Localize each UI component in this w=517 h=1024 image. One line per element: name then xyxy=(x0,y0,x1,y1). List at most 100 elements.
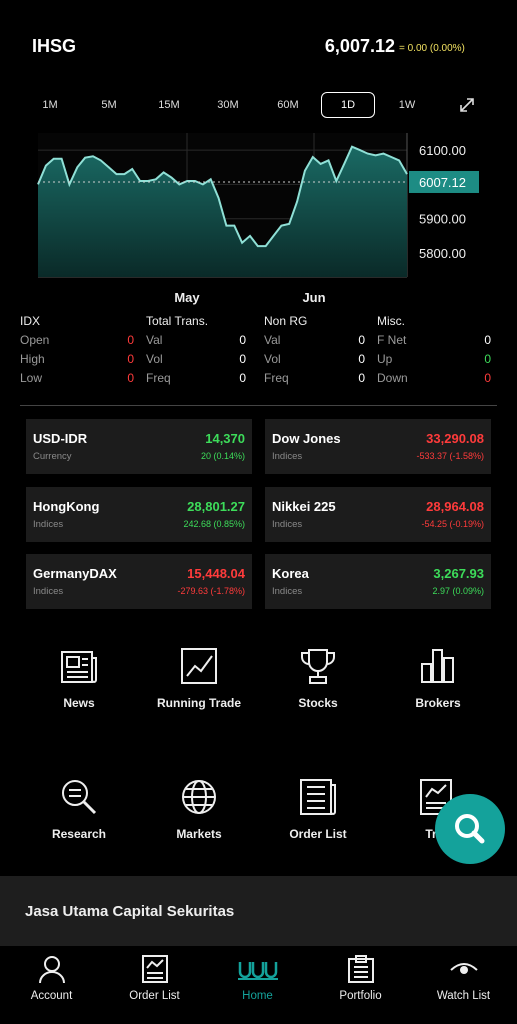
market-change: 2.97 (0.09%) xyxy=(432,586,484,596)
tab-1d[interactable]: 1D xyxy=(321,92,375,118)
tab-30m[interactable]: 30M xyxy=(202,92,254,118)
market-name: USD-IDR xyxy=(33,431,88,446)
market-card-korea[interactable]: Korea Indices 3,267.93 2.97 (0.09%) xyxy=(265,554,491,609)
market-card-nikkei[interactable]: Nikkei 225 Indices 28,964.08 -54.25 (-0.… xyxy=(265,487,491,542)
market-value: 33,290.08 xyxy=(426,431,484,446)
tab-1w[interactable]: 1W xyxy=(381,92,433,118)
trophy-icon xyxy=(301,649,335,684)
menu-running-trade[interactable]: Running Trade xyxy=(139,646,259,710)
market-type: Indices xyxy=(272,586,303,597)
tab-1m[interactable]: 1M xyxy=(24,92,76,118)
stat-label: Freq xyxy=(146,371,171,385)
stat-label: Up xyxy=(377,352,393,366)
timeframe-tabs: 1M 5M 15M 30M 60M 1D 1W xyxy=(0,92,517,120)
market-change: -54.25 (-0.19%) xyxy=(421,519,484,529)
stat-label: Val xyxy=(264,333,281,347)
current-price-label: 6007.12 xyxy=(419,175,466,190)
stat-label: Vol xyxy=(146,352,163,366)
menu-research[interactable]: Research xyxy=(19,777,139,841)
stats-misc: Misc. F Net 0 Up 0 Down 0 xyxy=(377,312,491,388)
market-type: Indices xyxy=(33,586,64,597)
market-name: GermanyDAX xyxy=(33,566,117,581)
menu-label: Running Trade xyxy=(157,696,241,710)
expand-icon[interactable] xyxy=(458,96,476,114)
index-title: IHSG xyxy=(32,36,77,56)
stats-nonrg: Non RG Val 0 Vol 0 Freq 0 xyxy=(264,312,365,388)
market-card-germany-dax[interactable]: GermanyDAX Indices 15,448.04 -279.63 (-1… xyxy=(26,554,252,609)
nav-label: Portfolio xyxy=(339,990,382,1002)
company-name: Jasa Utama Capital Sekuritas xyxy=(25,903,235,920)
stats-total: Total Trans. Val 0 Vol 0 Freq 0 xyxy=(146,312,246,388)
market-name: HongKong xyxy=(33,499,100,514)
account-icon xyxy=(38,956,65,984)
watch-list-icon xyxy=(449,963,478,974)
menu-label: Brokers xyxy=(415,696,461,710)
market-card-usd-idr[interactable]: USD-IDR Currency 14,370 20 (0.14%) xyxy=(26,419,252,474)
company-banner: Jasa Utama Capital Sekuritas xyxy=(0,876,517,946)
menu-markets[interactable]: Markets xyxy=(139,777,259,841)
nav-label: Account xyxy=(30,990,73,1002)
news-icon xyxy=(61,651,97,683)
market-type: Indices xyxy=(33,519,64,530)
y-tick-label: 5900.00 xyxy=(419,212,466,227)
market-card-hongkong[interactable]: HongKong Indices 28,801.27 242.68 (0.85%… xyxy=(26,487,252,542)
menu-label: Order List xyxy=(289,827,347,841)
nav-order-list[interactable]: Order List xyxy=(103,946,206,1002)
market-name: Korea xyxy=(272,566,309,581)
stat-label: F Net xyxy=(377,333,407,347)
market-value: 28,801.27 xyxy=(187,499,245,514)
market-value: 14,370 xyxy=(205,431,245,446)
search-button[interactable] xyxy=(435,794,505,864)
stat-value: 0 xyxy=(127,333,134,347)
x-tick-label: Jun xyxy=(302,290,325,305)
market-card-dow-jones[interactable]: Dow Jones Indices 33,290.08 -533.37 (-1.… xyxy=(265,419,491,474)
menu-stocks[interactable]: Stocks xyxy=(258,646,378,710)
menu-label: News xyxy=(63,696,95,710)
order-list-icon xyxy=(141,955,168,983)
home-logo-icon xyxy=(237,962,278,980)
market-type: Indices xyxy=(272,519,303,530)
market-change: 242.68 (0.85%) xyxy=(183,519,245,529)
divider xyxy=(20,405,497,406)
stat-value: 0 xyxy=(127,352,134,366)
market-value: 15,448.04 xyxy=(187,566,245,581)
market-name: Nikkei 225 xyxy=(272,499,336,514)
nav-account[interactable]: Account xyxy=(0,946,103,1002)
market-change: -533.37 (-1.58%) xyxy=(416,451,484,461)
price-chart[interactable]: 6007.12 6100.00 5900.00 5800.00 May Jun xyxy=(0,125,517,310)
tab-5m[interactable]: 5M xyxy=(83,92,135,118)
index-change: = 0.00 (0.00%) xyxy=(399,43,465,54)
search-icon xyxy=(455,814,485,844)
nav-home[interactable]: Home xyxy=(206,946,309,1002)
stat-value: 0 xyxy=(239,371,246,385)
stat-value: 0 xyxy=(358,333,365,347)
tab-15m[interactable]: 15M xyxy=(143,92,195,118)
stat-label: Vol xyxy=(264,352,281,366)
market-change: -279.63 (-1.78%) xyxy=(177,586,245,596)
stats-nonrg-header: Non RG xyxy=(264,314,308,328)
order-list-icon xyxy=(300,779,336,815)
nav-watch-list[interactable]: Watch List xyxy=(412,946,515,1002)
stat-value: 0 xyxy=(358,371,365,385)
menu-label: Markets xyxy=(176,827,222,841)
stat-value: 0 xyxy=(127,371,134,385)
stat-label: Low xyxy=(20,371,43,385)
bar-chart-icon xyxy=(421,649,454,683)
menu-brokers[interactable]: Brokers xyxy=(378,646,498,710)
menu-news[interactable]: News xyxy=(19,646,139,710)
market-change: 20 (0.14%) xyxy=(200,451,245,461)
stat-label: Down xyxy=(377,371,408,385)
globe-icon xyxy=(182,780,216,814)
y-tick-label: 6100.00 xyxy=(419,143,466,158)
stats-total-header: Total Trans. xyxy=(146,314,209,328)
x-tick-label: May xyxy=(174,290,200,305)
tab-60m[interactable]: 60M xyxy=(262,92,314,118)
nav-label: Watch List xyxy=(436,990,491,1002)
menu-order-list[interactable]: Order List xyxy=(258,777,378,841)
menu-label: Stocks xyxy=(298,696,338,710)
nav-label: Home xyxy=(242,990,273,1002)
nav-portfolio[interactable]: Portfolio xyxy=(309,946,412,1002)
stat-value: 0 xyxy=(484,371,491,385)
index-price: 6,007.12 xyxy=(324,36,395,56)
stat-value: 0 xyxy=(484,333,491,347)
